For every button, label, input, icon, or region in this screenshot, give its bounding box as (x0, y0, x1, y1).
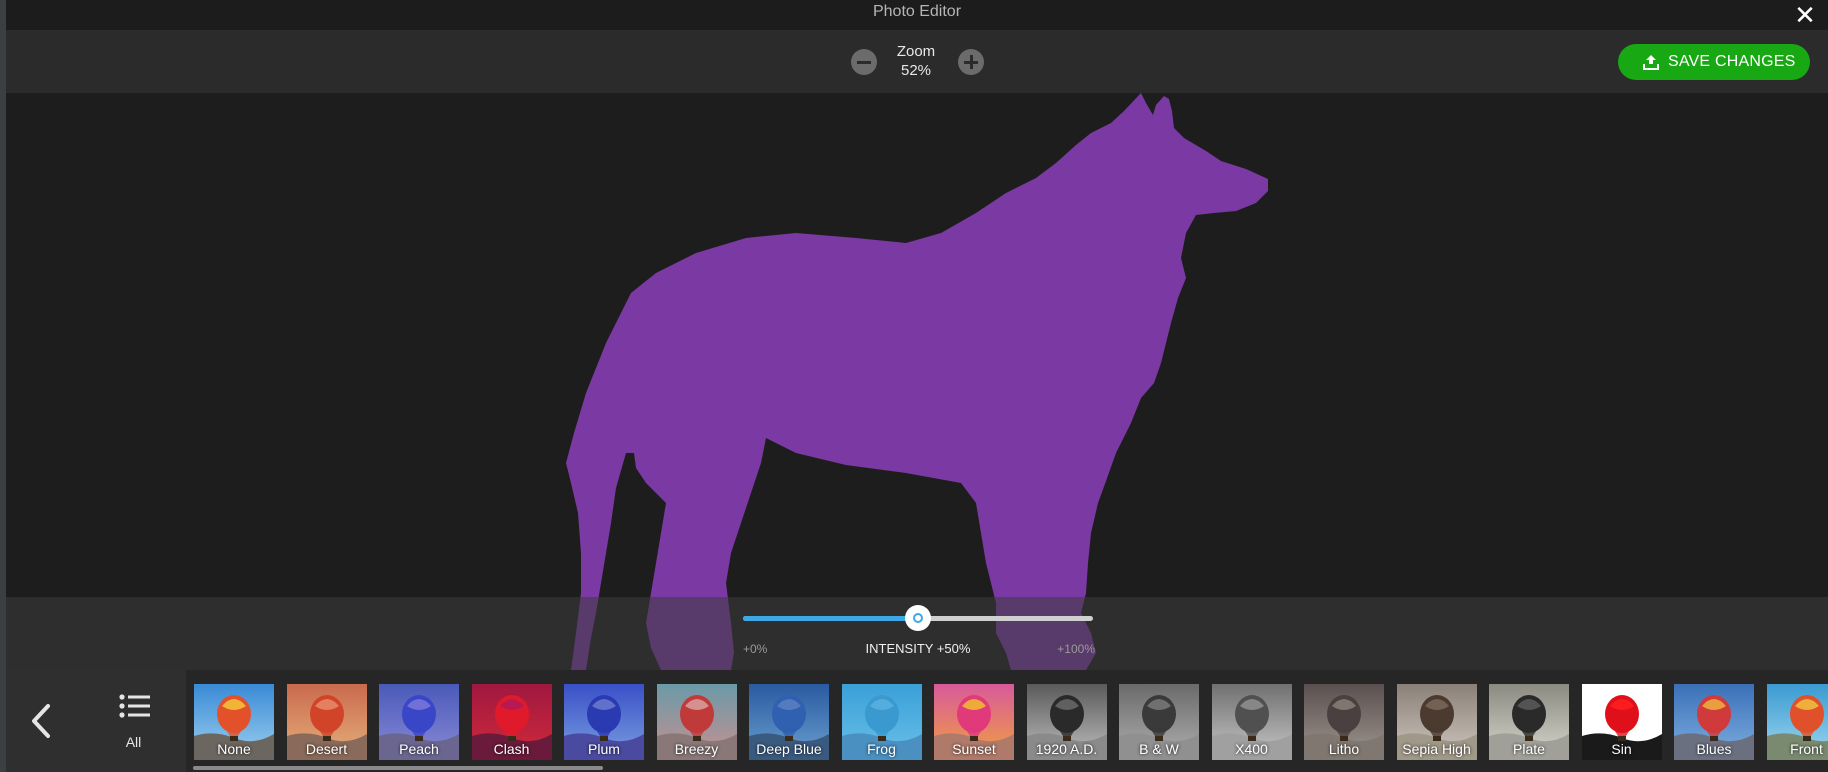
all-filters-label: All (125, 734, 142, 750)
filter-plum[interactable]: Plum (564, 684, 644, 760)
filter-label: Peach (399, 741, 439, 757)
zoom-label: Zoom (896, 43, 936, 60)
filter-sunset[interactable]: Sunset (934, 684, 1014, 760)
chevron-left-icon (32, 704, 50, 738)
filter-peach[interactable]: Peach (379, 684, 459, 760)
filter-sin[interactable]: Sin (1581, 684, 1662, 760)
filter-label: Litho (1328, 741, 1360, 757)
filter-clash[interactable]: Clash (471, 684, 552, 760)
filter-label: Plate (1513, 741, 1545, 757)
filter-litho[interactable]: Litho (1304, 684, 1384, 760)
filter-deep-blue[interactable]: Deep Blue (749, 684, 829, 760)
title-bar: Photo Editor ✕ (6, 0, 1828, 30)
filter-label: Blues (1696, 741, 1732, 757)
filter-front[interactable]: Front (1766, 684, 1828, 760)
filter-label: 1920 A.D. (1035, 741, 1098, 757)
filter-blues[interactable]: Blues (1674, 684, 1754, 760)
image-canvas[interactable] (6, 93, 1828, 670)
intensity-panel: +0% INTENSITY +50% +100% (6, 597, 1828, 670)
filter-label: Desert (305, 741, 348, 757)
filter-scrollbar[interactable] (193, 766, 603, 770)
all-filters-button[interactable]: All (81, 670, 186, 772)
save-changes-button[interactable]: SAVE CHANGES (1618, 44, 1810, 80)
wolf-silhouette-image (566, 93, 1268, 670)
intensity-slider[interactable] (743, 605, 1093, 631)
filter-label: Plum (588, 741, 620, 757)
filter-label: Frog (867, 741, 896, 757)
back-button[interactable] (6, 670, 81, 772)
filter-thumbnails: None Desert Peach Clash Plum Breezy Deep Blue F… (186, 670, 1828, 772)
filter-label: Clash (493, 741, 530, 757)
filter-label: Sepia High (1402, 741, 1471, 757)
filter-1920-a-d[interactable]: 1920 A.D. (1026, 684, 1107, 760)
filter-label: Sin (1611, 741, 1632, 757)
intensity-min-label: +0% (743, 642, 768, 656)
filter-frog[interactable]: Frog (841, 684, 922, 760)
filter-breezy[interactable]: Breezy (656, 684, 737, 760)
window-title: Photo Editor (872, 3, 962, 20)
filter-label: None (217, 741, 251, 757)
intensity-value-label: INTENSITY +50% (865, 641, 971, 656)
filter-label: Deep Blue (756, 741, 822, 757)
filter-label: X400 (1235, 741, 1268, 757)
filter-plate[interactable]: Plate (1489, 684, 1569, 760)
filter-desert[interactable]: Desert (286, 684, 367, 760)
intensity-max-label: +100% (1057, 642, 1095, 656)
list-icon (119, 694, 150, 718)
intensity-slider-thumb[interactable] (905, 605, 931, 631)
zoom-value: 52% (900, 62, 932, 79)
filter-sepia-high[interactable]: Sepia High (1396, 684, 1477, 760)
filter-none[interactable]: None (194, 684, 274, 760)
filter-bar: All None Desert Peach Clash Plum Breezy Deep B… (6, 670, 1828, 772)
filter-label: Front (1790, 741, 1823, 757)
filter-label: B & W (1139, 741, 1179, 757)
upload-icon (1643, 55, 1659, 70)
zoom-out-button[interactable] (851, 49, 877, 75)
intensity-slider-fill (743, 616, 918, 621)
filter-x400[interactable]: X400 (1211, 684, 1292, 760)
photo-editor-window: Photo Editor ✕ Zoom 52% SAVE CHANGES +0%… (0, 0, 1828, 772)
toolbar: Zoom 52% SAVE CHANGES (6, 30, 1828, 93)
filter-b-w[interactable]: B & W (1119, 684, 1199, 760)
zoom-readout: Zoom 52% (881, 42, 951, 80)
save-changes-label: SAVE CHANGES (1668, 53, 1796, 70)
zoom-in-button[interactable] (958, 49, 984, 75)
filter-label: Breezy (674, 741, 719, 757)
filter-label: Sunset (952, 741, 996, 757)
close-icon[interactable]: ✕ (1792, 3, 1818, 29)
minus-icon (857, 60, 871, 64)
